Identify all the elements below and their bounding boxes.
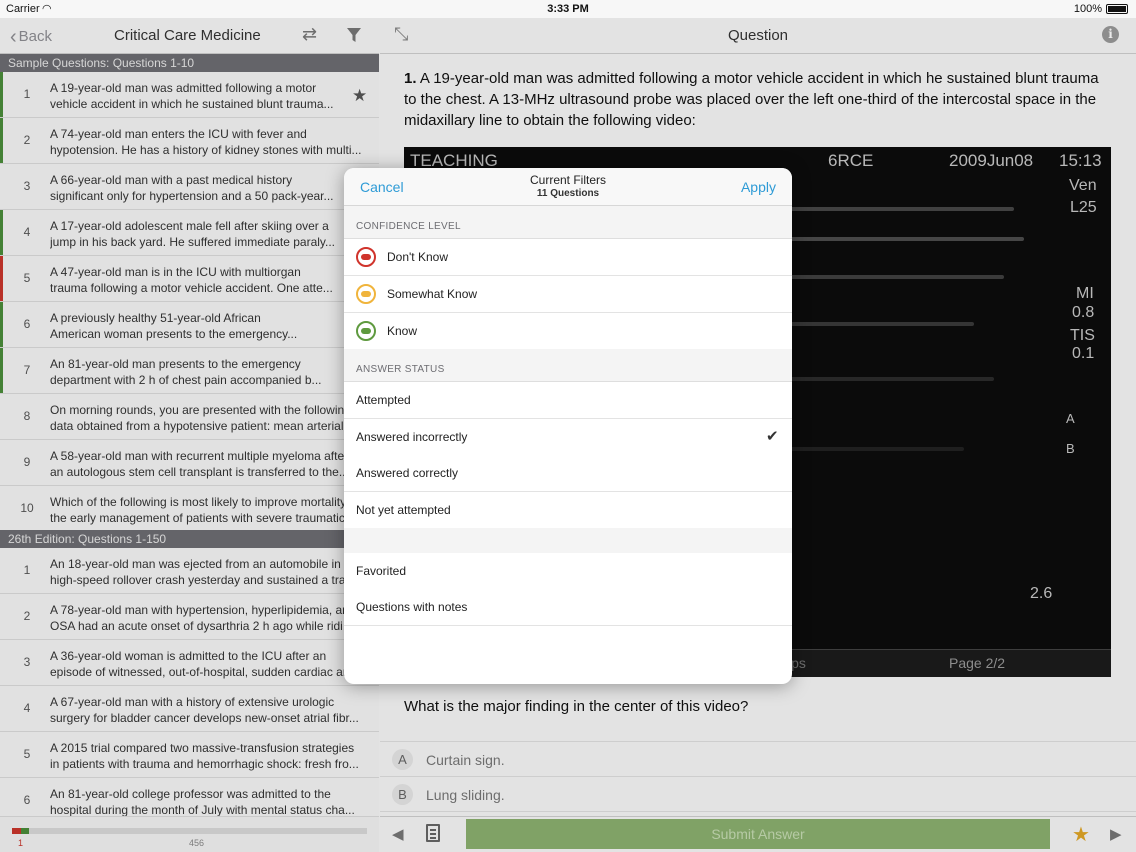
filter-questions-with-notes[interactable]: Questions with notes xyxy=(344,589,792,626)
filter-label: Favorited xyxy=(356,564,407,578)
battery-icon xyxy=(1106,4,1128,14)
filter-label: Questions with notes xyxy=(356,600,468,614)
filter-favorited[interactable]: Favorited xyxy=(344,553,792,590)
filter-modal: Cancel Current Filters 11 Questions Appl… xyxy=(344,168,792,684)
modal-title: Current Filters xyxy=(529,173,606,187)
status-bar: Carrier ◠ 3:33 PM 100% xyxy=(0,0,1136,18)
dont-know-icon xyxy=(356,247,376,267)
checkmark-icon: ✔ xyxy=(766,428,779,445)
section-spacer xyxy=(344,528,792,554)
filter-label: Attempted xyxy=(356,393,411,407)
clock: 3:33 PM xyxy=(547,3,589,15)
somewhat-know-icon xyxy=(356,284,376,304)
filter-label: Answered incorrectly xyxy=(356,430,468,444)
filter-label: Know xyxy=(387,324,418,338)
modal-subtitle: 11 Questions xyxy=(536,188,600,199)
section-header: CONFIDENCE LEVEL xyxy=(344,206,792,239)
section-header: ANSWER STATUS xyxy=(344,349,792,382)
filter-answered-correctly[interactable]: Answered correctly xyxy=(344,455,792,492)
battery-percent: 100% xyxy=(1073,3,1102,15)
filter-somewhat-know[interactable]: Somewhat Know xyxy=(344,276,792,313)
filter-dont-know[interactable]: Don't Know xyxy=(344,239,792,276)
filter-attempted[interactable]: Attempted xyxy=(344,382,792,419)
apply-button[interactable]: Apply xyxy=(741,179,776,195)
filter-not-yet-attempted[interactable]: Not yet attempted xyxy=(344,492,792,529)
filter-label: Not yet attempted xyxy=(356,503,451,517)
filter-label: Somewhat Know xyxy=(387,287,478,301)
modal-header: Cancel Current Filters 11 Questions Appl… xyxy=(344,168,792,206)
answer-status-header: ANSWER STATUS xyxy=(356,364,445,375)
filter-label: Don't Know xyxy=(387,250,448,264)
know-icon xyxy=(356,321,376,341)
filter-answered-incorrectly[interactable]: Answered incorrectly ✔ xyxy=(344,419,792,456)
filter-know[interactable]: Know xyxy=(344,313,792,350)
confidence-level-header: CONFIDENCE LEVEL xyxy=(356,221,461,232)
filter-label: Answered correctly xyxy=(356,466,459,480)
